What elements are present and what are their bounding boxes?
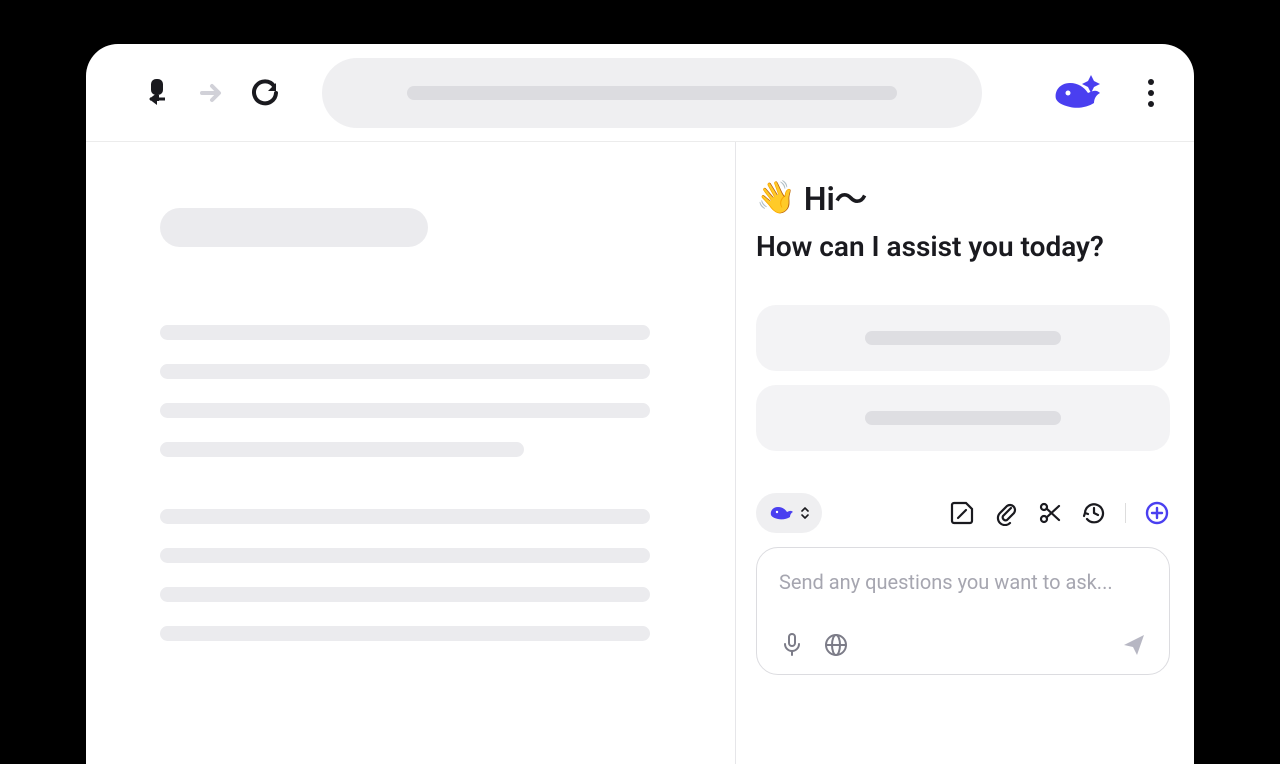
greeting: 👋 Hi～ (756, 174, 1170, 220)
wave-emoji: 👋 (756, 178, 796, 216)
whale-icon (768, 503, 794, 523)
globe-icon (823, 632, 849, 658)
page-title-skeleton (160, 208, 428, 247)
assistant-panel: 👋 Hi～ How can I assist you today? (736, 142, 1194, 764)
send-button[interactable] (1121, 632, 1147, 658)
skeleton-line (160, 442, 524, 457)
skeleton-line (160, 548, 650, 563)
model-selector[interactable] (756, 493, 822, 533)
action-row (756, 493, 1170, 533)
content-area: 👋 Hi～ How can I assist you today? (86, 142, 1194, 764)
scissors-button[interactable] (1037, 500, 1063, 526)
web-button[interactable] (823, 632, 849, 658)
microphone-icon (780, 632, 804, 658)
sticker-button[interactable] (949, 500, 975, 526)
send-icon (1121, 632, 1147, 658)
back-button[interactable] (140, 76, 174, 110)
address-placeholder (407, 86, 897, 100)
divider (1125, 503, 1126, 523)
assistant-subtitle: How can I assist you today? (756, 230, 1170, 263)
skeleton-line (160, 509, 650, 524)
whale-icon (1048, 73, 1106, 113)
input-placeholder: Send any questions you want to ask... (779, 570, 1147, 594)
greeting-text: Hi～ (804, 174, 867, 220)
attach-button[interactable] (993, 500, 1019, 526)
reload-button[interactable] (248, 76, 282, 110)
suggestion-card[interactable] (756, 385, 1170, 451)
skeleton-line (160, 626, 650, 641)
attachment-icon (993, 500, 1019, 526)
toolbar (86, 44, 1194, 142)
input-toolbar (779, 632, 1147, 658)
back-icon (142, 77, 172, 109)
scissors-icon (1037, 500, 1063, 526)
suggestion-card[interactable] (756, 305, 1170, 371)
browser-window: 👋 Hi～ How can I assist you today? (86, 44, 1194, 764)
forward-button[interactable] (194, 76, 228, 110)
suggestion-skeleton (865, 411, 1061, 425)
suggestion-skeleton (865, 331, 1061, 345)
menu-button[interactable] (1136, 78, 1166, 108)
new-chat-button[interactable] (1144, 500, 1170, 526)
address-bar[interactable] (322, 58, 982, 128)
page-content (86, 142, 736, 764)
skeleton-line (160, 587, 650, 602)
skeleton-line (160, 325, 650, 340)
voice-button[interactable] (779, 632, 805, 658)
skeleton-group (160, 325, 671, 457)
sticker-icon (949, 500, 975, 526)
brand-logo[interactable] (1048, 73, 1106, 113)
reload-icon (250, 78, 280, 108)
skeleton-group (160, 509, 671, 641)
plus-circle-icon (1144, 500, 1170, 526)
history-icon (1081, 500, 1107, 526)
more-vertical-icon (1147, 78, 1155, 108)
chevron-sort-icon (800, 506, 810, 520)
skeleton-line (160, 403, 650, 418)
history-button[interactable] (1081, 500, 1107, 526)
chat-input[interactable]: Send any questions you want to ask... (756, 547, 1170, 675)
forward-icon (196, 78, 226, 108)
skeleton-line (160, 364, 650, 379)
